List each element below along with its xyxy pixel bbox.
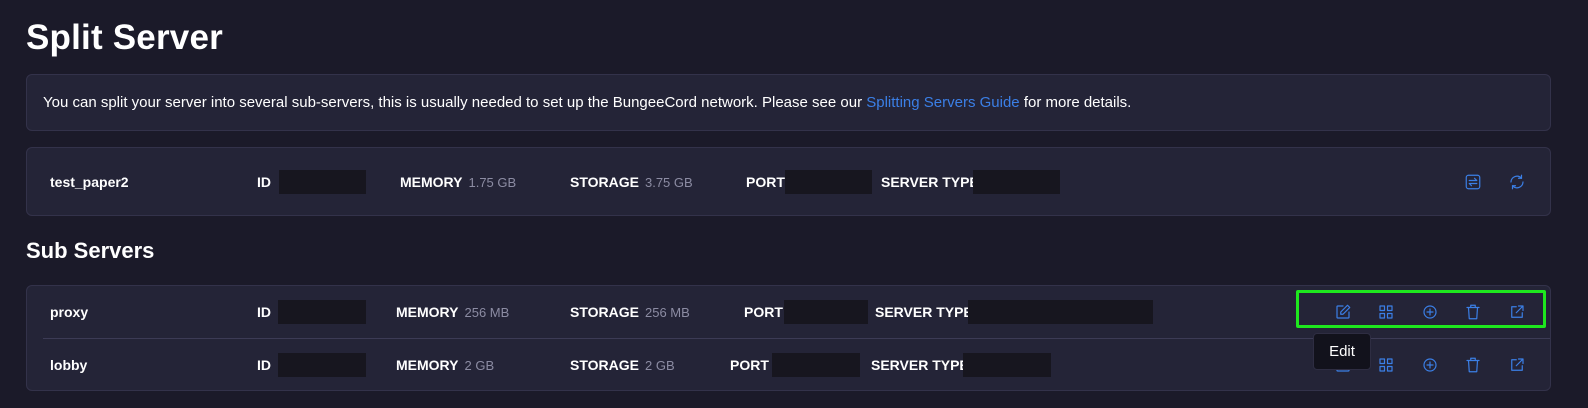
port-label: PORT <box>730 357 769 373</box>
port-redacted <box>772 353 860 377</box>
page-title: Split Server <box>26 18 223 57</box>
id-label: ID <box>257 174 271 190</box>
memory-field: MEMORY 2 GB <box>396 357 495 373</box>
sub-servers-title: Sub Servers <box>26 238 155 263</box>
server-name: test_paper2 <box>50 174 129 190</box>
storage-field: STORAGE 256 MB <box>570 304 690 320</box>
server-type-redacted <box>963 353 1051 377</box>
id-label: ID <box>257 357 271 373</box>
port-label: PORT <box>744 304 783 320</box>
storage-field: STORAGE 2 GB <box>570 357 675 373</box>
server-name: proxy <box>50 304 89 320</box>
edit-tooltip: Edit <box>1313 333 1371 370</box>
port-label: PORT <box>746 174 785 190</box>
refresh-icon[interactable] <box>1506 171 1528 193</box>
external-link-icon[interactable] <box>1506 301 1528 323</box>
server-name: lobby <box>50 357 88 373</box>
id-redacted <box>278 353 366 377</box>
info-text: You can split your server into several s… <box>43 94 1132 111</box>
sub-server-row-proxy: proxy ID MEMORY 256 MB STORAGE 256 MB PORT… <box>27 286 1550 338</box>
storage-field: STORAGE 3.75 GB <box>570 174 693 190</box>
id-redacted <box>279 170 366 194</box>
edit-icon[interactable] <box>1332 301 1354 323</box>
main-server-row: test_paper2 ID MEMORY 1.75 GB STORAGE 3.75… <box>27 156 1550 208</box>
trash-icon[interactable] <box>1462 354 1484 376</box>
id-label: ID <box>257 304 271 320</box>
external-link-icon[interactable] <box>1506 354 1528 376</box>
info-box: You can split your server into several s… <box>26 74 1551 131</box>
splitting-guide-link[interactable]: Splitting Servers Guide <box>866 94 1019 111</box>
port-redacted <box>785 170 872 194</box>
swap-icon[interactable] <box>1462 171 1484 193</box>
server-type-redacted <box>973 170 1060 194</box>
grid-icon[interactable] <box>1375 301 1397 323</box>
memory-field: MEMORY 1.75 GB <box>400 174 517 190</box>
add-circle-icon[interactable] <box>1419 301 1441 323</box>
grid-icon[interactable] <box>1375 354 1397 376</box>
port-redacted <box>784 300 868 324</box>
memory-field: MEMORY 256 MB <box>396 304 510 320</box>
server-type-label: SERVER TYPE <box>875 304 973 320</box>
server-type-label: SERVER TYPE <box>871 357 969 373</box>
id-redacted <box>278 300 366 324</box>
server-type-label: SERVER TYPE <box>881 174 979 190</box>
server-type-redacted <box>968 300 1153 324</box>
add-circle-icon[interactable] <box>1419 354 1441 376</box>
trash-icon[interactable] <box>1462 301 1484 323</box>
main-server-card: test_paper2 ID MEMORY 1.75 GB STORAGE 3.75… <box>26 147 1551 216</box>
